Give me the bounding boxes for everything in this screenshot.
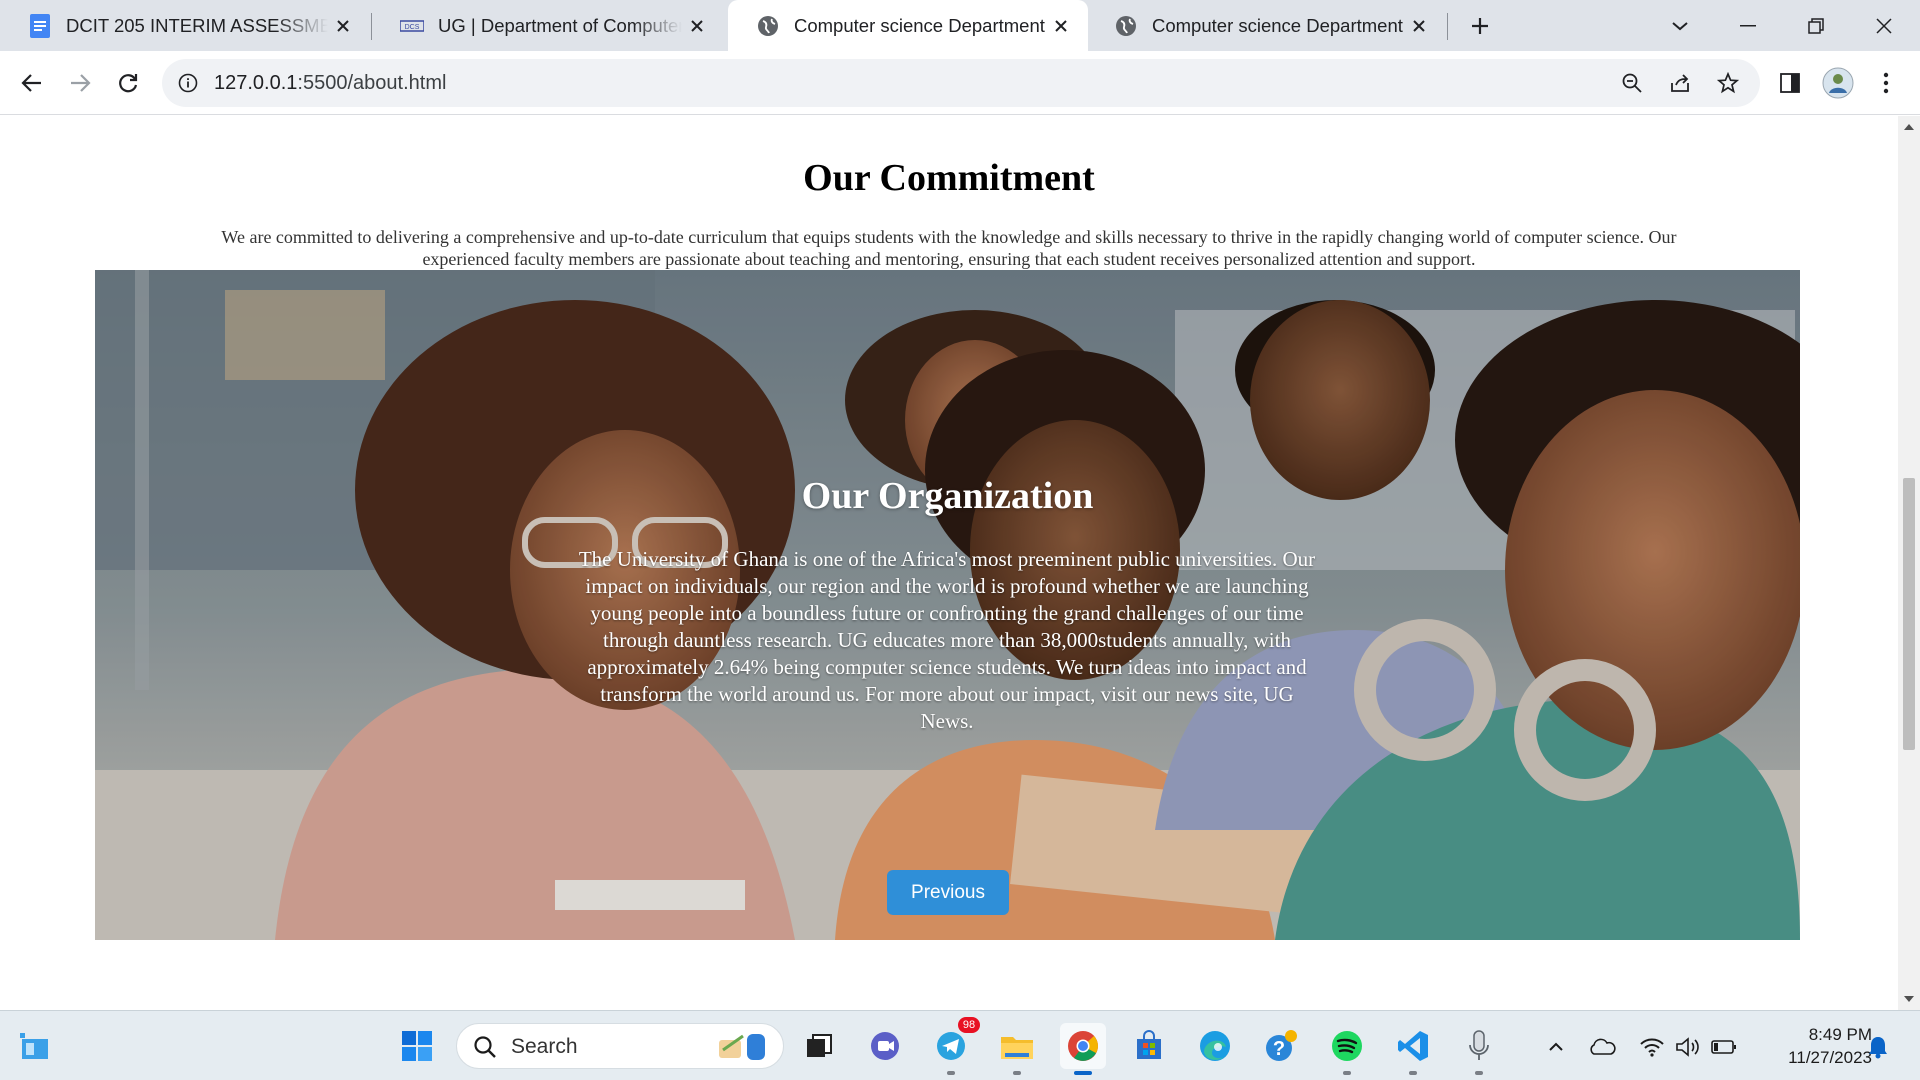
running-indicator <box>1074 1071 1092 1075</box>
globe-icon <box>756 14 780 38</box>
task-view-icon[interactable] <box>796 1023 842 1069</box>
file-explorer-icon[interactable] <box>994 1023 1040 1075</box>
page-scrollbar[interactable] <box>1898 116 1920 1010</box>
windows-taskbar: Search 98 ? 8:49 PM 11/27/2023 <box>0 1010 1920 1080</box>
url-path: :5500/about.html <box>297 72 447 94</box>
scrollbar-thumb[interactable] <box>1903 478 1915 750</box>
taskbar-search-input[interactable]: Search <box>456 1023 784 1069</box>
chrome-icon[interactable] <box>1060 1023 1106 1075</box>
scroll-up-arrow-icon[interactable] <box>1904 124 1914 130</box>
help-icon[interactable]: ? <box>1258 1023 1304 1069</box>
search-icon <box>473 1035 497 1064</box>
running-indicator <box>1013 1071 1021 1075</box>
tab-ug-department[interactable]: DCS UG | Department of Computer Science <box>372 0 724 51</box>
commitment-heading: Our Commitment <box>803 157 1095 199</box>
page-viewport: Our Commitment We are committed to deliv… <box>0 116 1898 1010</box>
svg-text:DCS: DCS <box>405 24 420 31</box>
share-icon[interactable] <box>1660 63 1700 103</box>
tab-search-chevron-icon[interactable] <box>1660 6 1700 46</box>
minimize-icon[interactable] <box>1728 6 1768 46</box>
microphone-icon[interactable] <box>1456 1023 1502 1075</box>
ug-logo-icon: DCS <box>400 14 424 38</box>
close-tab-icon[interactable] <box>1046 11 1076 41</box>
clock-date: 11/27/2023 <box>1788 1048 1872 1067</box>
browser-menu-icon[interactable] <box>1866 63 1906 103</box>
teams-chat-icon[interactable] <box>862 1023 908 1069</box>
battery-icon[interactable] <box>1710 1033 1738 1061</box>
new-tab-button[interactable] <box>1460 6 1500 46</box>
close-window-icon[interactable] <box>1864 6 1904 46</box>
telegram-icon[interactable]: 98 <box>928 1017 980 1075</box>
running-indicator <box>947 1071 955 1075</box>
telegram-badge: 98 <box>958 1017 980 1033</box>
close-tab-icon[interactable] <box>682 11 712 41</box>
url-text: 127.0.0.1:5500/about.html <box>214 72 446 95</box>
search-highlight-icon <box>713 1028 773 1069</box>
volume-icon[interactable] <box>1674 1033 1702 1061</box>
search-label: Search <box>511 1035 578 1058</box>
widgets-icon[interactable] <box>12 1023 58 1069</box>
tab-dcit-205[interactable]: DCIT 205 INTERIM ASSESSMENT <box>0 0 370 51</box>
tab-computer-science[interactable]: Computer science Department <box>1086 0 1446 51</box>
tab-title: Computer science Department <box>1152 14 1403 36</box>
spotify-icon[interactable] <box>1324 1023 1370 1075</box>
tab-title: Computer science Department <box>794 14 1045 36</box>
organization-hero: Our Organization The University of Ghana… <box>95 270 1800 940</box>
restore-icon[interactable] <box>1796 6 1836 46</box>
forward-button[interactable] <box>60 63 100 103</box>
notification-bell-icon[interactable] <box>1864 1033 1892 1061</box>
commitment-text: We are committed to delivering a compreh… <box>221 227 1677 269</box>
google-docs-icon <box>28 13 52 38</box>
url-host: 127.0.0.1 <box>214 72 298 94</box>
globe-icon <box>1114 14 1138 38</box>
edge-icon[interactable] <box>1192 1023 1238 1069</box>
site-info-icon[interactable] <box>168 63 208 103</box>
organization-text: The University of Ghana is one of the Af… <box>578 547 1316 733</box>
organization-heading: Our Organization <box>801 475 1094 517</box>
svg-text:?: ? <box>1273 1038 1285 1060</box>
tab-separator <box>1447 13 1448 40</box>
start-button[interactable] <box>394 1023 440 1069</box>
system-clock[interactable]: 8:49 PM 11/27/2023 <box>1750 1023 1872 1069</box>
onedrive-icon[interactable] <box>1588 1033 1616 1061</box>
show-hidden-icons-chevron-icon[interactable] <box>1542 1033 1570 1061</box>
vscode-icon[interactable] <box>1390 1023 1436 1075</box>
running-indicator <box>1343 1071 1351 1075</box>
running-indicator <box>1475 1071 1483 1075</box>
close-tab-icon[interactable] <box>328 11 358 41</box>
side-panel-icon[interactable] <box>1770 63 1810 103</box>
scroll-down-arrow-icon[interactable] <box>1904 996 1914 1002</box>
tab-strip: DCIT 205 INTERIM ASSESSMENT DCS UG | Dep… <box>0 0 1920 51</box>
address-bar[interactable]: 127.0.0.1:5500/about.html <box>162 59 1760 107</box>
browser-toolbar: 127.0.0.1:5500/about.html <box>0 51 1920 115</box>
close-tab-icon[interactable] <box>1404 11 1434 41</box>
back-button[interactable] <box>12 63 52 103</box>
tab-title: DCIT 205 INTERIM ASSESSMENT <box>66 14 328 36</box>
zoom-icon[interactable] <box>1612 63 1652 103</box>
bookmark-star-icon[interactable] <box>1708 63 1748 103</box>
reload-button[interactable] <box>108 63 148 103</box>
running-indicator <box>1409 1071 1417 1075</box>
previous-button[interactable]: Previous <box>887 870 1009 915</box>
microsoft-store-icon[interactable] <box>1126 1023 1172 1069</box>
tab-title: UG | Department of Computer Science <box>438 14 682 36</box>
wifi-icon[interactable] <box>1638 1033 1666 1061</box>
clock-time: 8:49 PM <box>1808 1025 1872 1044</box>
profile-avatar[interactable] <box>1818 63 1858 103</box>
tab-computer-science-active[interactable]: Computer science Department <box>728 0 1088 51</box>
